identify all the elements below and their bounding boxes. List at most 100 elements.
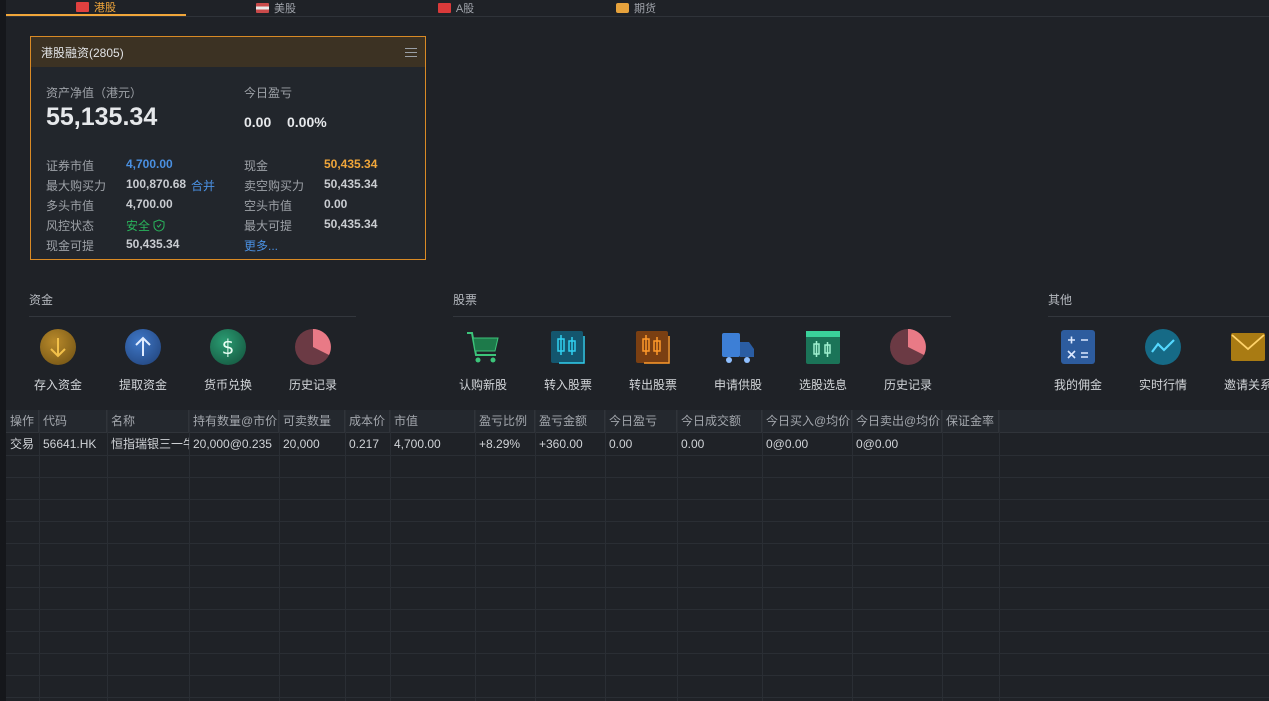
deposit-button[interactable]: 存入资金 bbox=[18, 328, 98, 393]
cash-label: 现金 bbox=[244, 159, 269, 173]
long-value: 4,700.00 bbox=[126, 197, 173, 211]
rights-issue-button[interactable]: 申请供股 bbox=[698, 328, 778, 393]
net-asset-value: 55,135.34 bbox=[46, 103, 158, 131]
tab-hk[interactable]: 港股 bbox=[6, 0, 186, 16]
merge-link[interactable]: 合并 bbox=[191, 177, 215, 194]
svg-text:$: $ bbox=[222, 335, 235, 359]
short-value-label: 空头市值 bbox=[244, 199, 293, 213]
cell-pl-amount: +360.00 bbox=[539, 437, 583, 451]
row-divider bbox=[6, 455, 1269, 456]
cash-withdraw-label: 现金可提 bbox=[46, 239, 95, 253]
tab-a-label: A股 bbox=[455, 3, 475, 15]
currency-exchange-label: 货币兑换 bbox=[203, 378, 252, 392]
currency-exchange-icon: $ bbox=[209, 328, 247, 366]
col-header-action[interactable]: 操作 bbox=[6, 410, 39, 432]
row-divider bbox=[6, 499, 1269, 500]
funds-section-title: 资金 bbox=[29, 293, 54, 307]
max-buy-value: 100,870.68 bbox=[126, 177, 187, 191]
envelope-icon bbox=[1229, 328, 1267, 366]
col-header-today-sell[interactable]: 今日卖出@均价 bbox=[852, 410, 942, 432]
transfer-in-button[interactable]: 转入股票 bbox=[528, 328, 608, 393]
cell-margin-rate bbox=[942, 433, 999, 455]
cell-sellable: 20,000 bbox=[283, 437, 320, 451]
max-withdraw-label: 最大可提 bbox=[244, 219, 293, 233]
today-pl-percent: 0.00% bbox=[287, 114, 327, 130]
other-divider bbox=[1048, 316, 1269, 317]
deposit-icon bbox=[39, 328, 77, 366]
tab-us[interactable]: 美股 bbox=[186, 0, 366, 16]
col-header-today-turnover[interactable]: 今日成交额 bbox=[677, 410, 762, 432]
securities-value-label: 证券市值 bbox=[46, 159, 95, 173]
net-asset-label: 资产净值（港元） bbox=[46, 86, 143, 100]
today-pl-label: 今日盈亏 bbox=[244, 86, 293, 100]
stock-screener-label: 选股选息 bbox=[798, 378, 847, 392]
col-header-today-buy[interactable]: 今日买入@均价 bbox=[762, 410, 852, 432]
col-header-name[interactable]: 名称 bbox=[107, 410, 189, 432]
realtime-quotes-label: 实时行情 bbox=[1138, 378, 1187, 392]
other-section-title: 其他 bbox=[1048, 293, 1073, 307]
cell-pl-ratio: +8.29% bbox=[479, 437, 521, 451]
col-header-margin-rate[interactable]: 保证金率 bbox=[942, 410, 999, 432]
short-buy-label: 卖空购买力 bbox=[244, 179, 305, 193]
row-divider bbox=[6, 477, 1269, 478]
col-header-cost[interactable]: 成本价 bbox=[345, 410, 390, 432]
row-divider bbox=[6, 631, 1269, 632]
withdraw-icon bbox=[124, 328, 162, 366]
cash-value: 50,435.34 bbox=[324, 157, 378, 171]
shield-icon bbox=[153, 219, 165, 232]
pie-history-icon bbox=[889, 328, 927, 366]
withdraw-button[interactable]: 提取资金 bbox=[103, 328, 183, 393]
short-value: 0.00 bbox=[324, 197, 348, 211]
today-pl-value: 0.00 bbox=[244, 114, 272, 130]
realtime-quotes-button[interactable]: 实时行情 bbox=[1123, 328, 1203, 393]
account-title: 港股融资(2805) bbox=[41, 45, 124, 60]
col-divider bbox=[999, 410, 1000, 701]
col-header-pl-amount[interactable]: 盈亏金额 bbox=[535, 410, 605, 432]
more-link[interactable]: 更多... bbox=[244, 237, 278, 254]
tab-us-label: 美股 bbox=[274, 3, 296, 15]
cell-today-sell: 0@0.00 bbox=[856, 437, 899, 451]
col-header-pl-ratio[interactable]: 盈亏比例 bbox=[475, 410, 535, 432]
currency-exchange-button[interactable]: $ 货币兑换 bbox=[188, 328, 268, 393]
my-commission-button[interactable]: 我的佣金 bbox=[1038, 328, 1118, 393]
ipo-subscribe-label: 认购新股 bbox=[458, 378, 507, 392]
transfer-out-icon bbox=[634, 328, 672, 366]
transfer-out-button[interactable]: 转出股票 bbox=[613, 328, 693, 393]
tab-hk-label: 港股 bbox=[94, 2, 116, 14]
cash-withdraw-value: 50,435.34 bbox=[126, 237, 180, 251]
funds-history-button[interactable]: 历史记录 bbox=[273, 328, 353, 393]
tab-futures[interactable]: 期货 bbox=[546, 0, 726, 16]
col-header-today-pl[interactable]: 今日盈亏 bbox=[605, 410, 677, 432]
row-divider bbox=[6, 675, 1269, 676]
stocks-history-button[interactable]: 历史记录 bbox=[868, 328, 948, 393]
col-header-code[interactable]: 代码 bbox=[39, 410, 107, 432]
cell-qty-price: 20,000@0.235 bbox=[193, 437, 272, 451]
trade-link[interactable]: 交易 bbox=[6, 433, 39, 455]
col-header-qty-price[interactable]: 持有数量@市价 bbox=[189, 410, 279, 432]
transfer-in-icon bbox=[549, 328, 587, 366]
ipo-subscribe-button[interactable]: 认购新股 bbox=[443, 328, 523, 393]
us-flag-icon bbox=[256, 3, 269, 13]
hk-flag-icon bbox=[76, 2, 89, 12]
stocks-divider bbox=[453, 316, 951, 317]
cell-cost: 0.217 bbox=[349, 437, 380, 451]
cell-code: 56641.HK bbox=[43, 437, 97, 451]
market-tabs: 港股 美股 A股 期货 bbox=[6, 0, 1269, 17]
list-menu-icon[interactable] bbox=[405, 45, 417, 59]
col-header-sellable[interactable]: 可卖数量 bbox=[279, 410, 345, 432]
stocks-history-label: 历史记录 bbox=[883, 378, 932, 392]
tab-futures-label: 期货 bbox=[634, 3, 656, 15]
tab-a[interactable]: A股 bbox=[366, 0, 546, 16]
stock-screener-button[interactable]: 选股选息 bbox=[783, 328, 863, 393]
row-divider bbox=[6, 609, 1269, 610]
securities-value: 4,700.00 bbox=[126, 157, 173, 171]
cell-today-turnover: 0.00 bbox=[681, 437, 705, 451]
cell-name: 恒指瑞银三一牛 bbox=[111, 437, 189, 451]
risk-label: 风控状态 bbox=[46, 219, 95, 233]
transfer-out-label: 转出股票 bbox=[628, 378, 677, 392]
calculator-icon bbox=[1059, 328, 1097, 366]
row-divider bbox=[6, 543, 1269, 544]
row-divider bbox=[6, 697, 1269, 698]
col-header-market-value[interactable]: 市值 bbox=[390, 410, 475, 432]
invite-relation-button[interactable]: 邀请关系 bbox=[1208, 328, 1269, 393]
